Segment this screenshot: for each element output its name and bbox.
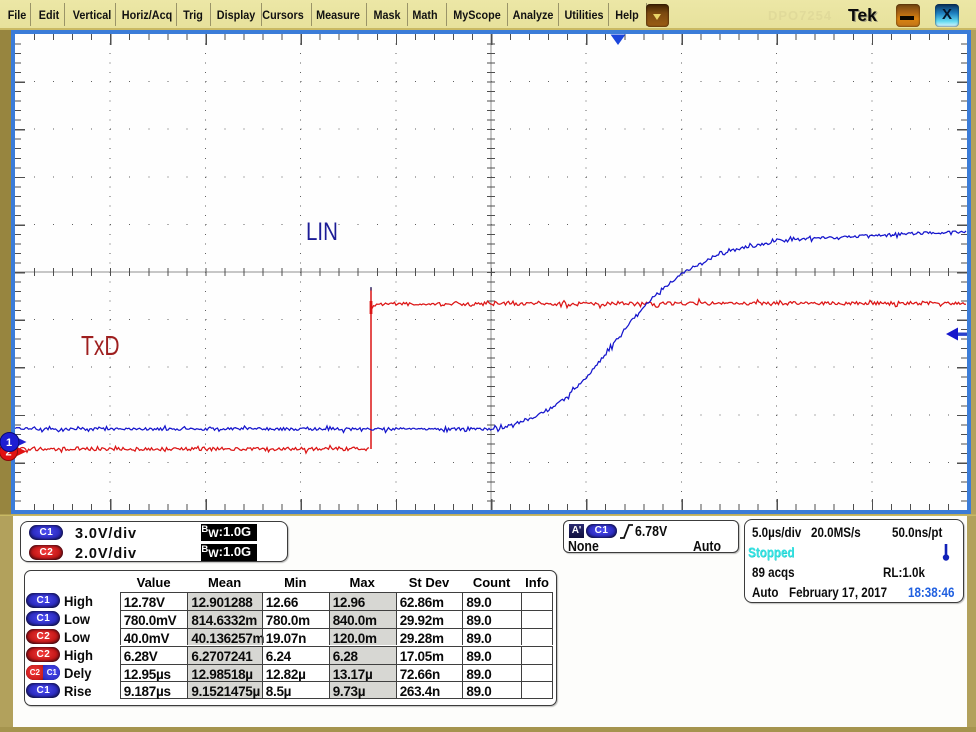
svg-text:1: 1 [6,437,12,449]
